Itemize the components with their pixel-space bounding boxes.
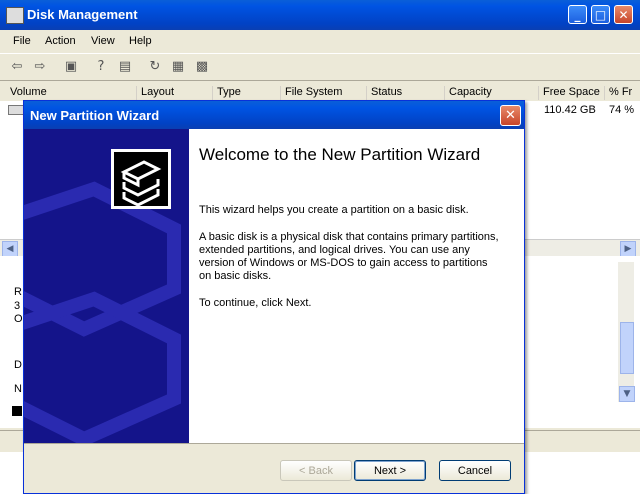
vertical-scrollbar[interactable]: ▼ xyxy=(618,262,635,402)
refresh-icon[interactable]: ↻ xyxy=(146,58,164,76)
percent-free-value: 74 % xyxy=(609,104,635,116)
menu-view[interactable]: View xyxy=(91,35,115,47)
back-button[interactable]: < Back xyxy=(280,460,352,481)
wizard-close-button[interactable]: ✕ xyxy=(500,105,521,126)
rescan-disks-icon[interactable]: ▦ xyxy=(169,58,187,76)
wizard-side-banner xyxy=(24,129,189,443)
close-button[interactable]: ✕ xyxy=(614,5,633,24)
back-icon[interactable]: ⇦ xyxy=(8,58,26,76)
help-icon[interactable]: ? xyxy=(92,58,110,76)
window-title: Disk Management xyxy=(27,7,138,22)
scroll-down-arrow-icon[interactable]: ▼ xyxy=(619,386,635,402)
maximize-button[interactable]: □ xyxy=(591,5,610,24)
column-percent-free[interactable]: % Fr xyxy=(604,86,632,100)
column-layout[interactable]: Layout xyxy=(136,86,174,100)
menu-action[interactable]: Action xyxy=(45,35,76,47)
wizard-disk-icon xyxy=(111,149,171,209)
wizard-title: New Partition Wizard xyxy=(30,108,160,123)
toolbar: ⇦ ⇨ ▣ ? ▤ ↻ ▦ ▩ xyxy=(0,53,640,81)
wizard-title-bar[interactable]: New Partition Wizard ✕ xyxy=(24,101,524,129)
column-file-system[interactable]: File System xyxy=(280,86,342,100)
wizard-content: Welcome to the New Partition Wizard This… xyxy=(189,129,524,443)
cdrom-label-fragment: D xyxy=(14,359,22,371)
scroll-left-arrow-icon[interactable]: ◀ xyxy=(2,241,18,257)
disk-settings-icon[interactable]: ▩ xyxy=(193,58,211,76)
wizard-button-bar: < Back Next > Cancel xyxy=(24,443,524,494)
forward-icon[interactable]: ⇨ xyxy=(31,58,49,76)
show-hide-console-tree-icon[interactable]: ▣ xyxy=(62,58,80,76)
disk-status-fragment: O xyxy=(14,313,23,325)
title-bar[interactable]: Disk Management _ □ ✕ xyxy=(0,0,640,30)
menu-help[interactable]: Help xyxy=(129,35,152,47)
column-capacity[interactable]: Capacity xyxy=(444,86,492,100)
volume-icon xyxy=(8,105,24,115)
disk-label-fragment: R xyxy=(14,286,22,298)
menu-bar: File Action View Help xyxy=(0,30,640,52)
scroll-thumb[interactable] xyxy=(620,322,634,374)
column-volume[interactable]: Volume xyxy=(6,86,47,100)
cdrom-status-fragment: N xyxy=(14,383,22,395)
column-free-space[interactable]: Free Space xyxy=(538,86,600,100)
column-status[interactable]: Status xyxy=(366,86,402,100)
disk-management-icon xyxy=(6,7,24,24)
next-button[interactable]: Next > xyxy=(354,460,426,481)
wizard-intro-text: This wizard helps you create a partition… xyxy=(199,204,469,216)
disk-size-fragment: 3 xyxy=(14,300,21,312)
wizard-continue-text: To continue, click Next. xyxy=(199,297,312,309)
scroll-right-arrow-icon[interactable]: ▶ xyxy=(620,241,636,257)
menu-file[interactable]: File xyxy=(13,35,31,47)
minimize-button[interactable]: _ xyxy=(568,5,587,24)
wizard-description-text: A basic disk is a physical disk that con… xyxy=(199,231,499,282)
cancel-button[interactable]: Cancel xyxy=(439,460,511,481)
free-space-value: 110.42 GB xyxy=(544,104,596,116)
new-partition-wizard-dialog: New Partition Wizard ✕ Welcome to the Ne… xyxy=(23,100,525,494)
wizard-heading: Welcome to the New Partition Wizard xyxy=(199,145,481,164)
column-type[interactable]: Type xyxy=(212,86,241,100)
properties-icon[interactable]: ▤ xyxy=(116,58,134,76)
unallocated-legend-swatch xyxy=(12,406,22,416)
